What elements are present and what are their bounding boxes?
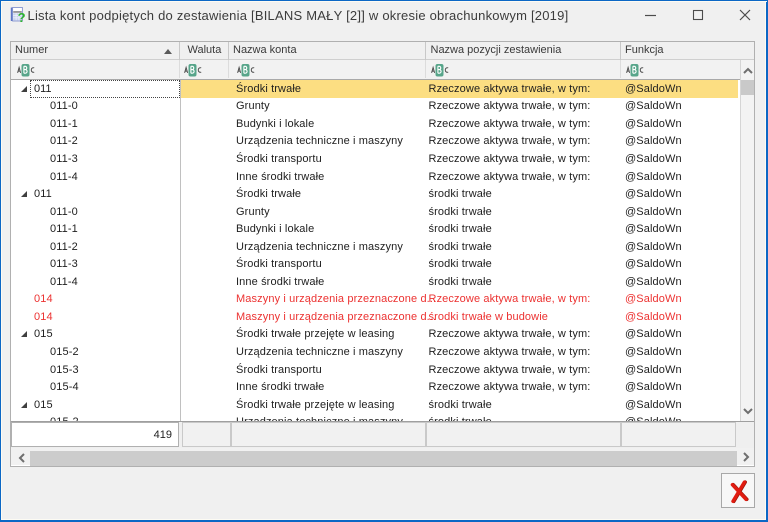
svg-text:?: ? — [18, 10, 26, 23]
